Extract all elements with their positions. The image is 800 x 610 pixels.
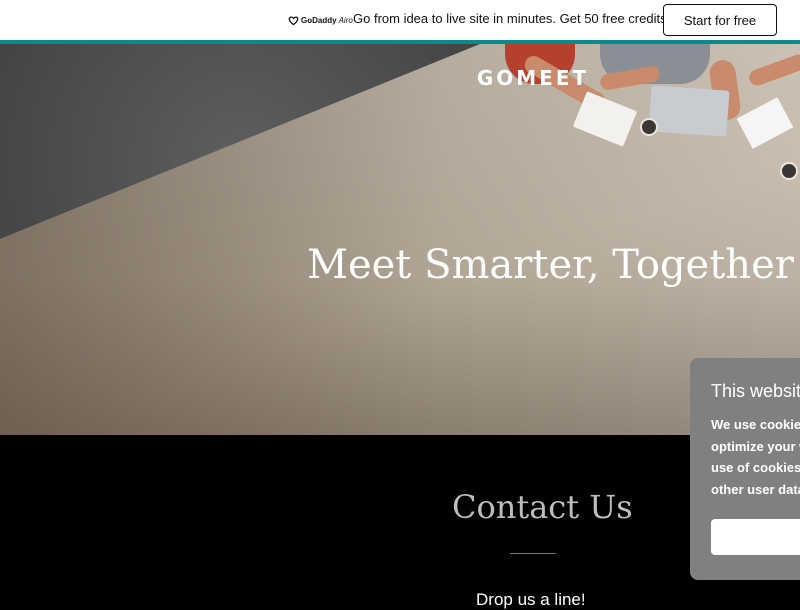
- cookie-accept-button[interactable]: [711, 519, 800, 555]
- contact-title: Contact Us: [452, 488, 633, 526]
- cookie-consent-banner: This websit We use cookies optimize your…: [690, 358, 800, 580]
- site-logo[interactable]: GOMEET: [0, 66, 800, 90]
- godaddy-heart-icon: [288, 16, 299, 25]
- promo-message: Go from idea to live site in minutes. Ge…: [353, 11, 667, 26]
- hero-section: GOMEET Meet Smarter, Together: [0, 44, 800, 435]
- cookie-text-line: other user data: [711, 481, 800, 497]
- contact-divider: [510, 553, 556, 554]
- godaddy-airo-logo[interactable]: GoDaddy Airo: [288, 13, 353, 27]
- cookie-text-line: optimize your w: [711, 438, 800, 454]
- start-for-free-button[interactable]: Start for free: [663, 4, 777, 36]
- coffee-cup-image: [780, 162, 798, 180]
- contact-subtitle: Drop us a line!: [476, 590, 586, 609]
- cookie-banner-title: This websit: [711, 381, 800, 401]
- promo-bar: GoDaddy Airo Go from idea to live site i…: [0, 0, 800, 40]
- cookie-text-line: use of cookies,: [711, 460, 800, 475]
- coffee-cup-image: [640, 118, 658, 136]
- hero-headline: Meet Smarter, Together: [307, 242, 794, 288]
- airo-logo-text: Airo: [338, 15, 353, 25]
- godaddy-logo-text: GoDaddy: [301, 15, 337, 25]
- laptop-image: [648, 85, 730, 137]
- cookie-text-line: We use cookies: [711, 417, 800, 432]
- cookie-banner-text: We use cookies optimize your w use of co…: [711, 414, 800, 500]
